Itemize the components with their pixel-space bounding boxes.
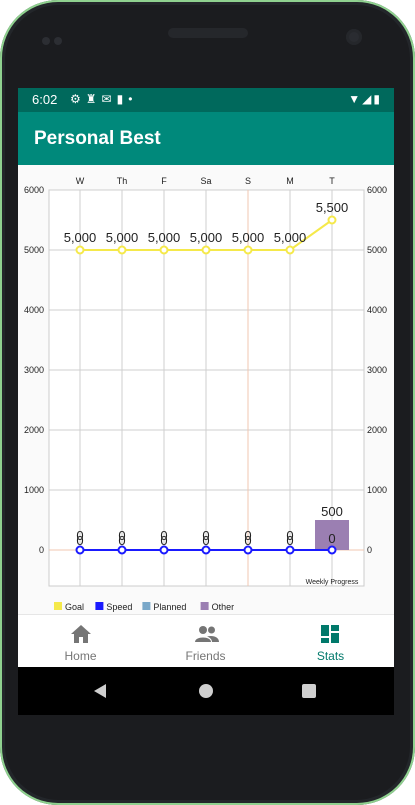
wifi-icon: ▼ bbox=[348, 92, 363, 106]
goal-point[interactable] bbox=[327, 215, 337, 225]
sd-card-icon: ▮ bbox=[116, 92, 129, 106]
legend-label-speed: Speed bbox=[106, 602, 132, 612]
recents-icon[interactable] bbox=[301, 683, 317, 699]
x-tick-label: F bbox=[161, 176, 167, 186]
x-tick-label: S bbox=[245, 176, 251, 186]
legend-swatch-planned bbox=[142, 602, 151, 610]
legend-label-planned: Planned bbox=[153, 602, 186, 612]
goal-value-label: 5,000 bbox=[106, 230, 139, 245]
speed-point[interactable] bbox=[285, 545, 295, 555]
figure-icon: ♜ bbox=[85, 92, 102, 106]
goal-point[interactable] bbox=[75, 245, 85, 255]
y-tick-label-right: 2000 bbox=[367, 425, 387, 435]
front-sensor bbox=[42, 32, 70, 45]
legend-swatch-speed bbox=[95, 602, 104, 610]
gmail-icon: ✉ bbox=[101, 92, 117, 106]
front-camera bbox=[346, 29, 362, 45]
earpiece-speaker bbox=[168, 28, 248, 38]
signal-icon: ◢ bbox=[362, 92, 374, 106]
goal-value-label: 5,000 bbox=[190, 230, 223, 245]
goal-point[interactable] bbox=[285, 245, 295, 255]
x-tick-label: M bbox=[286, 176, 294, 186]
system-navigation-bar bbox=[18, 667, 394, 715]
nav-stats-label: Stats bbox=[316, 649, 345, 663]
home-icon bbox=[71, 625, 91, 643]
y-tick-label-left: 1000 bbox=[24, 485, 44, 495]
app-bar: Personal Best bbox=[18, 112, 394, 165]
nav-home-label: Home bbox=[64, 649, 97, 663]
dot-icon: • bbox=[128, 92, 138, 106]
goal-point[interactable] bbox=[243, 245, 253, 255]
notification-icons: ⚙♜✉▮• bbox=[70, 92, 137, 106]
x-tick-label: Th bbox=[117, 176, 128, 186]
system-icons: ▼◢▮ bbox=[348, 92, 382, 106]
goal-value-label: 5,500 bbox=[316, 200, 349, 215]
page-title: Personal Best bbox=[34, 128, 161, 149]
y-tick-label-left: 5000 bbox=[24, 245, 44, 255]
nav-friends-label: Friends bbox=[185, 649, 226, 663]
bottom-navigation: Home Friends Stats bbox=[18, 614, 394, 667]
status-bar: 6:02 ⚙♜✉▮• ▼◢▮ bbox=[18, 88, 394, 112]
nav-friends[interactable]: Friends bbox=[143, 615, 268, 667]
goal-point[interactable] bbox=[201, 245, 211, 255]
screen: 6:02 ⚙♜✉▮• ▼◢▮ Personal Best 6000 6000 500… bbox=[18, 88, 394, 667]
y-tick-label-right: 1000 bbox=[367, 485, 387, 495]
y-tick-label-left: 6000 bbox=[24, 185, 44, 195]
y-tick-label-left: 3000 bbox=[24, 365, 44, 375]
back-icon[interactable] bbox=[92, 683, 108, 699]
dashboard-icon bbox=[321, 625, 339, 643]
goal-value-label: 5,000 bbox=[274, 230, 307, 245]
gear-icon: ⚙ bbox=[70, 92, 86, 106]
x-tick-label: T bbox=[329, 176, 335, 186]
goal-point[interactable] bbox=[159, 245, 169, 255]
x-tick-label: Sa bbox=[200, 176, 211, 186]
speed-point[interactable] bbox=[327, 545, 337, 555]
home-circle-icon[interactable] bbox=[198, 683, 214, 699]
bar-note: Weekly Progress bbox=[306, 579, 359, 586]
y-tick-label-right: 0 bbox=[367, 545, 372, 555]
legend-swatch-goal bbox=[54, 602, 62, 610]
y-tick-label-left: 4000 bbox=[24, 305, 44, 315]
goal-value-label: 5,000 bbox=[64, 230, 97, 245]
legend-label-other: Other bbox=[212, 602, 235, 612]
battery-icon: ▮ bbox=[373, 92, 382, 106]
speed-point[interactable] bbox=[159, 545, 169, 555]
nav-stats[interactable]: Stats bbox=[268, 615, 393, 667]
legend-label-goal: Goal bbox=[65, 602, 84, 612]
legend-swatch-other bbox=[200, 602, 209, 610]
y-tick-label-right: 6000 bbox=[367, 185, 387, 195]
nav-home[interactable]: Home bbox=[18, 615, 143, 667]
speed-point[interactable] bbox=[117, 545, 127, 555]
speed-point[interactable] bbox=[75, 545, 85, 555]
y-tick-label-left: 2000 bbox=[24, 425, 44, 435]
y-tick-label-left: 0 bbox=[39, 545, 44, 555]
x-tick-label: W bbox=[76, 176, 85, 186]
people-icon bbox=[195, 626, 219, 642]
status-time: 6:02 bbox=[32, 92, 58, 107]
y-tick-label-right: 3000 bbox=[367, 365, 387, 375]
weekly-progress-chart[interactable]: 6000 60005000 50004000 40003000 30002000 2000… bbox=[18, 170, 394, 615]
speed-point[interactable] bbox=[243, 545, 253, 555]
goal-point[interactable] bbox=[117, 245, 127, 255]
y-tick-label-right: 4000 bbox=[367, 305, 387, 315]
y-tick-label-right: 5000 bbox=[367, 245, 387, 255]
bar-value-label: 500 bbox=[321, 504, 343, 519]
speed-point[interactable] bbox=[201, 545, 211, 555]
goal-value-label: 5,000 bbox=[148, 230, 181, 245]
goal-value-label: 5,000 bbox=[232, 230, 265, 245]
zero-value-label: 0 bbox=[328, 531, 335, 546]
